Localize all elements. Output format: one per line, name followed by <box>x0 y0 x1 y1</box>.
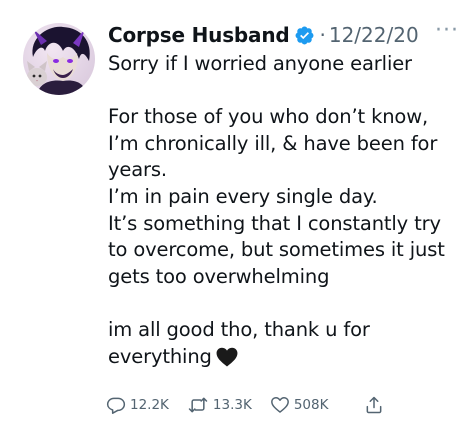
tweet-text-line: years. <box>108 158 167 182</box>
tweet-text-line: For those of you who don’t know, <box>108 105 429 129</box>
tweet-text-last-line: everything <box>108 344 468 371</box>
verified-badge-icon <box>296 26 314 44</box>
tweet-text-line: gets too overwhelming <box>108 264 330 288</box>
author-name[interactable]: Corpse Husband <box>108 23 290 47</box>
tweet-text-line: It’s something that I constantly try <box>108 211 441 235</box>
tweet-text-line <box>108 78 468 105</box>
avatar[interactable] <box>23 23 95 95</box>
tweet-text-line: everything <box>108 344 212 368</box>
tweet-card: Corpse Husband · 12/22/20 ··· Sorry if I… <box>0 0 475 433</box>
reply-icon <box>106 397 126 414</box>
retweet-count: 13.3K <box>212 397 252 413</box>
tweet-text-line <box>108 290 468 317</box>
tweet-text: Sorry if I worried anyone earlier For th… <box>108 51 468 370</box>
reply-count: 12.2K <box>130 397 169 413</box>
retweet-button[interactable]: 13.3K <box>187 395 252 415</box>
like-count: 508K <box>293 397 329 413</box>
like-button[interactable]: 508K <box>270 395 329 415</box>
action-bar: 12.2K 13.3K 508K <box>106 393 406 417</box>
like-heart-icon <box>270 397 289 413</box>
tweet-text-line: I’m in pain every single day. <box>108 184 378 208</box>
share-button[interactable] <box>364 395 388 415</box>
black-heart-emoji-icon <box>216 347 238 367</box>
retweet-icon <box>188 397 208 413</box>
avatar-image <box>23 23 95 95</box>
more-options-icon[interactable]: ··· <box>435 20 459 42</box>
tweet-text-line: Sorry if I worried anyone earlier <box>108 52 412 75</box>
separator-dot: · <box>319 23 326 47</box>
tweet-date[interactable]: 12/22/20 <box>329 23 419 47</box>
share-icon <box>367 396 382 414</box>
tweet-text-line: im all good tho, thank u for <box>108 317 370 341</box>
tweet-header: Corpse Husband · 12/22/20 ··· <box>108 19 459 51</box>
tweet-text-line: to overcome, but sometimes it just <box>108 238 445 262</box>
tweet-text-line: I’m chronically ill, & have been for <box>108 131 438 155</box>
reply-button[interactable]: 12.2K <box>106 395 169 415</box>
